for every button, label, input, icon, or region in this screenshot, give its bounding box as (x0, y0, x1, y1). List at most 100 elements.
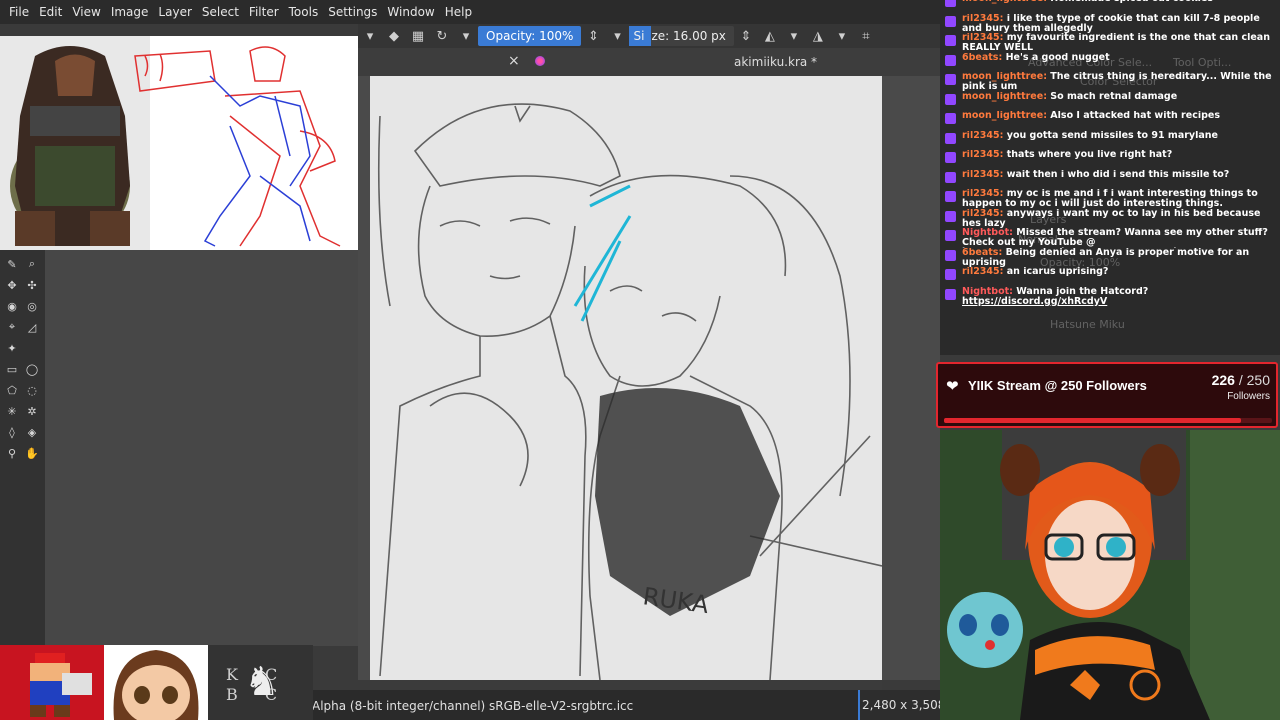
twitch-badge-icon (945, 0, 956, 7)
reference-image (0, 36, 358, 250)
twitch-badge-icon (945, 288, 956, 300)
chevron-down-icon[interactable]: ▾ (608, 27, 626, 45)
chevron-down-icon[interactable]: ▾ (457, 27, 475, 45)
menu-file[interactable]: File (4, 0, 34, 24)
menu-image[interactable]: Image (106, 0, 154, 24)
move-tool-icon[interactable]: ✣ (24, 277, 40, 293)
chat-message: ril2345: my oc is me and i f i want inte… (940, 189, 1280, 209)
menu-view[interactable]: View (67, 0, 105, 24)
twitch-badge-icon (945, 93, 956, 105)
chat-message: ril2345: i like the type of cookie that … (940, 14, 1280, 34)
fill-tool-icon[interactable]: ◉ (4, 298, 20, 314)
color-space-label: Alpha (8-bit integer/channel) sRGB-elle-… (312, 699, 634, 713)
chat-message-body: moon_lighttree: So mach retnal damage (962, 92, 1276, 102)
chat-username: 6beats: (962, 52, 1003, 63)
magic-wand-icon[interactable]: ✳ (4, 403, 20, 419)
document-tab-title[interactable]: akimiiku.kra * (734, 55, 817, 69)
cartoon-face-art (113, 650, 199, 720)
goal-target: 250 (1246, 372, 1270, 388)
eyedropper-tool-icon[interactable]: ⌕ (24, 256, 40, 272)
goal-separator: / (1234, 372, 1247, 388)
brush-tool-icon[interactable]: ✎ (4, 256, 20, 272)
rect-select-icon[interactable]: ▭ (4, 361, 20, 377)
mirror-horizontal-icon[interactable]: ◭ (761, 27, 779, 45)
spin-arrows-icon[interactable]: ⇕ (584, 27, 602, 45)
chat-text: Homemade spiced oat cookies (1047, 0, 1213, 4)
blank-icon[interactable] (24, 340, 40, 356)
chevron-down-icon[interactable]: ▾ (833, 27, 851, 45)
reload-preset-icon[interactable]: ↻ (433, 27, 451, 45)
chat-text: thats where you live right hat? (1003, 150, 1173, 160)
sketch-artwork: RUKA (370, 76, 882, 680)
goal-progress-fill (944, 418, 1241, 423)
reference-sketch-art (0, 36, 358, 250)
chat-text: i like the type of cookie that can kill … (962, 13, 1260, 34)
assistant-tool-icon[interactable]: ◿ (24, 319, 40, 335)
pan-tool-icon[interactable]: ✋ (24, 445, 40, 461)
eraser-icon[interactable]: ◆ (385, 27, 403, 45)
goal-current: 226 (1211, 372, 1235, 388)
chat-message-body: 6beats: He's a good nugget (962, 53, 1276, 63)
opacity-slider[interactable]: Opacity: 100% (478, 26, 582, 46)
menu-select[interactable]: Select (197, 0, 244, 24)
size-slider[interactable]: Si ze: 16.00 px (629, 26, 734, 46)
mirror-vertical-icon[interactable]: ◮ (809, 27, 827, 45)
chat-text: anyways i want my oc to lay in his bed b… (962, 208, 1261, 229)
twitch-badge-icon (945, 210, 956, 222)
goal-title: YIIK Stream @ 250 Followers (968, 378, 1147, 393)
twitch-badge-icon (945, 191, 956, 202)
chat-message: ril2345: my favourite ingredient is the … (940, 33, 1280, 53)
menu-tools[interactable]: Tools (284, 0, 324, 24)
twitch-badge-icon (945, 113, 956, 124)
chat-message: ril2345: you gotta send missiles to 91 m… (940, 131, 1280, 151)
poly-select-icon[interactable]: ⬠ (4, 382, 20, 398)
measure-tool-icon[interactable]: ⌖ (4, 319, 20, 335)
chat-link[interactable]: https://discord.gg/xhRcdyV (962, 296, 1107, 306)
twitch-badge-icon (945, 269, 956, 280)
chat-message: moon_lighttree: The citrus thing is here… (940, 72, 1280, 92)
similar-select-icon[interactable]: ✲ (24, 403, 40, 419)
krita-logo-icon (535, 56, 545, 66)
menu-layer[interactable]: Layer (153, 0, 196, 24)
chat-username: ril2345: (962, 150, 1004, 160)
twitch-badge-icon (945, 249, 956, 261)
chat-message: moon_lighttree: Homemade spiced oat cook… (940, 0, 1280, 14)
menu-edit[interactable]: Edit (34, 0, 67, 24)
menu-settings[interactable]: Settings (323, 0, 382, 24)
goal-progress-track (944, 418, 1272, 423)
menu-filter[interactable]: Filter (244, 0, 284, 24)
chat-text: Also I attacked hat with recipes (1047, 111, 1220, 121)
transform-tool-icon[interactable]: ✥ (4, 277, 20, 293)
chat-message-body: Nightbot: Wanna join the Hatcord?https:/… (962, 287, 1276, 307)
chat-message-body: ril2345: my oc is me and i f i want inte… (962, 189, 1276, 209)
ellipse-select-icon[interactable]: ◯ (24, 361, 40, 377)
alpha-lock-icon[interactable]: ▦ (409, 27, 427, 45)
chat-message-body: ril2345: anyways i want my oc to lay in … (962, 209, 1276, 229)
bezier-select-icon[interactable]: ◊ (4, 424, 20, 440)
chat-message-body: ril2345: an icarus uprising? (962, 267, 1276, 277)
goal-count: 226 / 250 (1212, 372, 1270, 388)
canvas-horizontal-scrollbar[interactable] (370, 680, 882, 690)
canvas-drawing[interactable]: RUKA (370, 76, 882, 680)
chat-message-body: 6beats: Being denied an Anya is proper m… (962, 248, 1276, 268)
zoom-tool-icon[interactable]: ⚲ (4, 445, 20, 461)
freehand-select-icon[interactable]: ◌ (24, 382, 40, 398)
menu-help[interactable]: Help (440, 0, 477, 24)
magnetic-select-icon[interactable]: ◈ (24, 424, 40, 440)
twitch-badge-icon (945, 152, 956, 163)
menu-window[interactable]: Window (382, 0, 439, 24)
gradient-tool-icon[interactable]: ◎ (24, 298, 40, 314)
spin-arrows-icon[interactable]: ⇕ (737, 27, 755, 45)
chat-message-body: ril2345: i like the type of cookie that … (962, 14, 1276, 34)
twitch-badge-icon (945, 74, 956, 85)
crop-icon[interactable]: ⌗ (857, 27, 875, 45)
twitch-badge-icon (945, 230, 956, 241)
close-tab-icon[interactable]: × (508, 53, 520, 69)
menu-bar: File Edit View Image Layer Select Filter Tools S… (0, 0, 940, 24)
smart-patch-icon[interactable]: ✦ (4, 340, 20, 356)
canvas-viewport[interactable]: RUKA (358, 76, 940, 680)
chat-message-body: moon_lighttree: Homemade spiced oat cook… (962, 0, 1276, 4)
chevron-down-icon[interactable]: ▾ (785, 27, 803, 45)
chevron-down-icon[interactable]: ▾ (361, 27, 379, 45)
chat-message-body: moon_lighttree: The citrus thing is here… (962, 72, 1276, 92)
